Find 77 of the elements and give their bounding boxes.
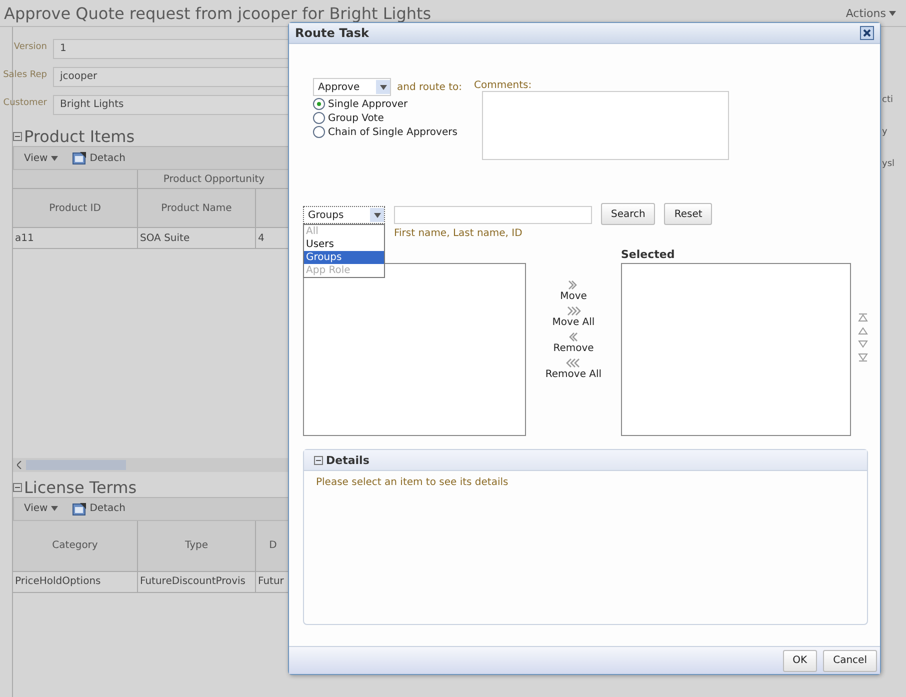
detach-icon (72, 151, 87, 165)
partial-label: ysl (882, 159, 895, 169)
dropdown-option[interactable]: Groups (304, 251, 384, 264)
horizontal-scrollbar[interactable] (13, 458, 291, 472)
caret-icon (50, 506, 58, 512)
table-cell: SOA Suite (138, 228, 256, 249)
comments-field[interactable] (482, 91, 729, 160)
radio-option[interactable]: Group Vote (313, 112, 462, 124)
dialog-button[interactable]: Cancel (823, 650, 877, 672)
view-menu[interactable]: View (24, 503, 58, 514)
shuttle-button[interactable]: Remove All (545, 357, 602, 380)
shuttle-button[interactable]: Remove (553, 331, 594, 354)
partial-label: y (882, 127, 888, 137)
caret-icon (380, 84, 386, 90)
caret-icon (889, 10, 896, 16)
left-chevron-icon (566, 357, 580, 369)
shuttle-button[interactable]: Move (560, 279, 587, 302)
detach-icon (72, 502, 87, 516)
dropdown-option[interactable]: Users (304, 238, 384, 251)
radio-option[interactable]: Chain of Single Approvers (313, 126, 462, 138)
page-title: Approve Quote request from jcooper for Bright Lights (4, 4, 432, 22)
detach-button[interactable]: Detach (72, 151, 126, 165)
caret-icon (374, 212, 380, 218)
field-label: Customer (2, 97, 47, 109)
type-select[interactable]: Groups (303, 206, 385, 224)
column-header[interactable]: D (256, 520, 291, 572)
table-cell: PriceHoldOptions (13, 572, 138, 593)
comments-label: Comments: (474, 80, 533, 91)
column-header[interactable]: Product ID (13, 189, 138, 228)
down-arrow-icon[interactable] (858, 339, 868, 349)
actions-menu[interactable]: Actions (846, 6, 896, 20)
search-hint: First name, Last name, ID (394, 228, 522, 239)
text-field[interactable]: 1 (53, 39, 291, 59)
up-arrow-icon[interactable] (858, 326, 868, 336)
radio-button[interactable] (313, 98, 325, 110)
search-button[interactable]: Search (601, 203, 656, 225)
column-header[interactable] (256, 189, 291, 228)
text-field[interactable]: Bright Lights (53, 95, 291, 115)
available-list[interactable] (303, 263, 526, 436)
field-label: Version (12, 41, 47, 53)
dialog-title: Route Task (295, 26, 369, 40)
details-title: Details (326, 454, 370, 466)
table-cell: FutureDiscountProvis (138, 572, 256, 593)
field-label: Sales Rep (2, 69, 47, 81)
selected-list[interactable] (621, 263, 851, 436)
section-title: Product Items (24, 127, 135, 146)
search-button[interactable]: Reset (664, 203, 712, 225)
column-header[interactable]: Type (138, 520, 256, 572)
column-header[interactable]: Product Name (138, 189, 256, 228)
left-chevron-icon (566, 331, 580, 343)
radio-button[interactable] (313, 126, 325, 138)
section-title: License Terms (24, 478, 137, 497)
table-cell: a11 (13, 228, 138, 249)
column-header[interactable]: Category (13, 520, 138, 572)
caret-icon (50, 156, 58, 160)
column-group-header: Product Opportunity (138, 170, 291, 189)
selected-label: Selected (621, 248, 676, 263)
bottom-arrow-icon[interactable] (858, 352, 868, 362)
route-label: and route to: (397, 82, 462, 92)
right-chevron-icon (566, 305, 580, 317)
scrollbar-thumb[interactable] (26, 460, 126, 470)
text-field[interactable]: jcooper (53, 67, 291, 87)
view-menu[interactable]: View (24, 152, 58, 164)
partial-label: cti (882, 95, 893, 105)
shuttle-button[interactable]: Move All (552, 305, 595, 328)
details-message: Please select an item to see its details (315, 476, 510, 490)
collapse-icon[interactable] (314, 456, 323, 464)
collapse-icon[interactable] (13, 132, 22, 141)
top-arrow-icon[interactable] (858, 313, 868, 323)
collapse-icon[interactable] (13, 482, 22, 492)
dialog-button[interactable]: OK (782, 650, 818, 672)
search-field[interactable] (394, 206, 592, 224)
close-button[interactable] (860, 26, 874, 40)
outcome-select[interactable]: Approve (313, 78, 391, 96)
radio-button[interactable] (313, 112, 325, 124)
radio-option[interactable]: Single Approver (313, 98, 462, 110)
detach-button[interactable]: Detach (72, 502, 126, 516)
